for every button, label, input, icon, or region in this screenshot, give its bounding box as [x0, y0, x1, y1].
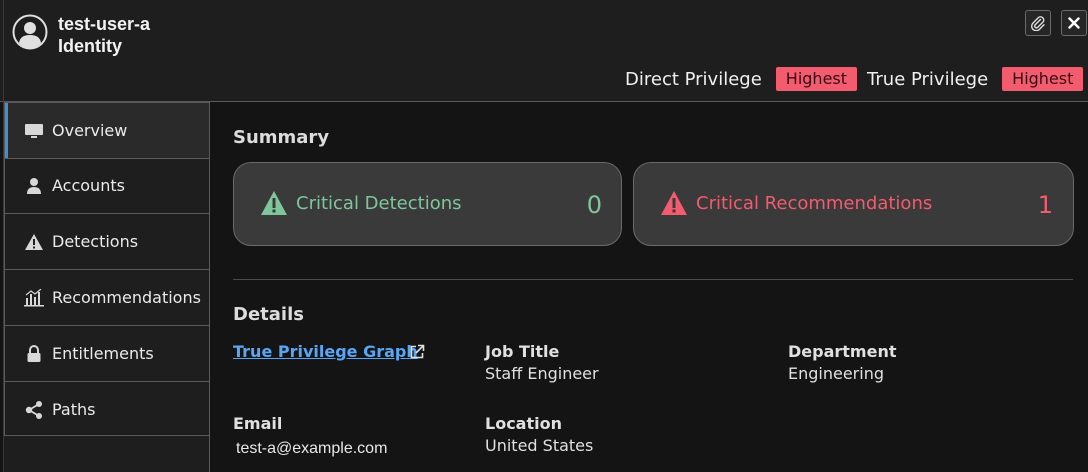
location-value: United States — [485, 436, 594, 455]
sidebar-item-label: Accounts — [52, 176, 125, 195]
sidebar-item-detections[interactable]: Detections — [5, 214, 210, 270]
warning-icon — [24, 232, 44, 252]
privilege-summary: Direct Privilege Highest True Privilege … — [625, 66, 1084, 92]
true-privilege-badge: Highest — [1002, 67, 1084, 91]
share-icon — [24, 400, 44, 420]
sidebar-item-paths[interactable]: Paths — [5, 382, 210, 438]
section-divider — [233, 279, 1073, 280]
critical-detections-card[interactable]: Critical Detections 0 — [233, 162, 622, 246]
sidebar-nav: Overview Accounts Detections Recommendat… — [4, 102, 210, 438]
sidebar-item-label: Paths — [52, 400, 96, 419]
user-avatar-icon — [12, 14, 48, 50]
warning-icon — [661, 191, 687, 215]
lock-icon — [24, 344, 44, 364]
true-privilege-graph-link[interactable]: True Privilege Graph — [233, 342, 418, 361]
department-label: Department — [788, 342, 897, 361]
user-name: test-user-a — [58, 14, 151, 34]
details-title: Details — [233, 304, 304, 325]
identity-header: test-user-a Identity Direct Privilege Hi… — [0, 0, 1088, 102]
paperclip-icon — [1030, 16, 1045, 31]
sidebar-item-overview[interactable]: Overview — [5, 103, 210, 159]
sidebar-item-label: Entitlements — [52, 344, 154, 363]
critical-detections-count: 0 — [586, 191, 602, 219]
external-link-icon[interactable] — [409, 344, 425, 360]
monitor-icon — [24, 121, 44, 141]
sidebar-empty-area — [4, 436, 210, 472]
job-title-label: Job Title — [485, 342, 560, 361]
direct-privilege-badge: Highest — [775, 67, 858, 91]
critical-detections-label: Critical Detections — [296, 193, 462, 214]
identity-title: test-user-a Identity — [58, 13, 150, 57]
department-value: Engineering — [788, 364, 884, 383]
close-icon — [1068, 17, 1080, 29]
email-label: Email — [233, 414, 283, 433]
identity-subtitle: Identity — [58, 36, 123, 56]
close-button[interactable] — [1061, 10, 1087, 36]
location-label: Location — [485, 414, 562, 433]
sidebar-item-accounts[interactable]: Accounts — [5, 158, 210, 214]
direct-privilege-label: Direct Privilege — [625, 68, 762, 90]
sidebar-divider — [209, 102, 210, 472]
sidebar-item-label: Detections — [52, 232, 139, 251]
critical-recommendations-count: 1 — [1037, 191, 1053, 219]
summary-title: Summary — [233, 127, 330, 148]
email-value: test-a@example.com — [236, 440, 388, 457]
job-title-value: Staff Engineer — [485, 364, 599, 383]
critical-recommendations-label: Critical Recommendations — [696, 193, 933, 214]
bar-chart-icon — [24, 288, 44, 308]
critical-recommendations-card[interactable]: Critical Recommendations 1 — [633, 162, 1074, 246]
attach-button[interactable] — [1025, 10, 1051, 36]
sidebar-item-recommendations[interactable]: Recommendations — [5, 270, 210, 326]
true-privilege-label: True Privilege — [867, 68, 989, 90]
sidebar-item-label: Recommendations — [52, 288, 201, 307]
person-icon — [24, 176, 44, 196]
sidebar-item-label: Overview — [52, 121, 128, 140]
sidebar-item-entitlements[interactable]: Entitlements — [5, 326, 210, 382]
warning-icon — [261, 191, 287, 215]
